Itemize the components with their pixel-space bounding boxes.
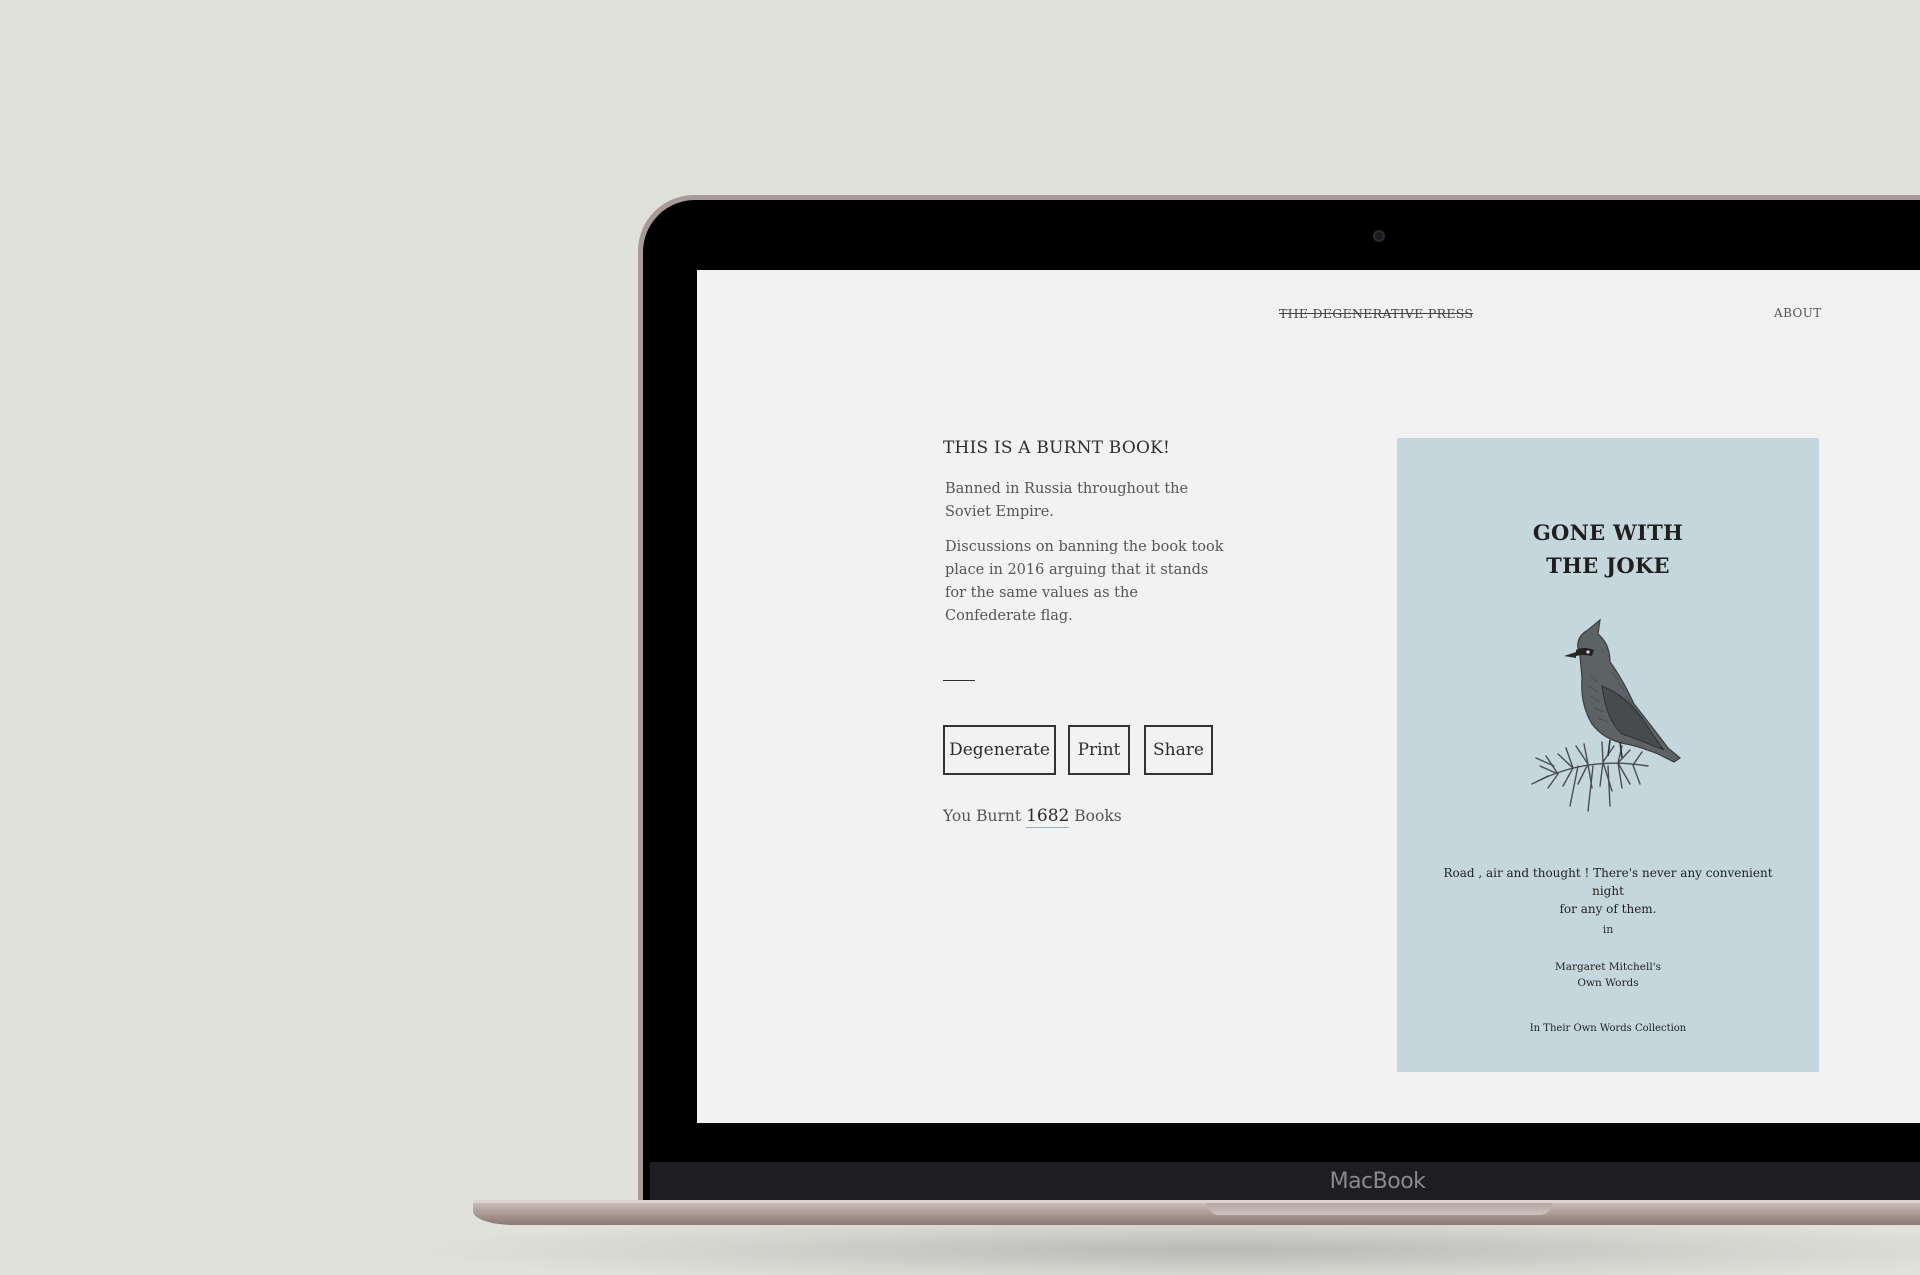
cover-author: Margaret Mitchell's Own Words	[1397, 959, 1819, 991]
print-button[interactable]: Print	[1068, 725, 1130, 775]
nav-about-link[interactable]: ABOUT	[1774, 306, 1822, 320]
burnt-counter-suffix: Books	[1074, 807, 1122, 825]
discussion-description: Discussions on banning the book took pla…	[945, 539, 1224, 624]
laptop-notch	[1207, 1203, 1552, 1215]
burnt-count: 1682	[1026, 806, 1070, 828]
cover-in-word: in	[1602, 923, 1614, 936]
device-brand: MacBook	[1329, 1169, 1426, 1194]
cover-title: GONE WITH THE JOKE	[1397, 516, 1819, 582]
laptop-chin	[650, 1162, 1920, 1200]
cover-quote-line-1: Road , air and thought ! There's never a…	[1443, 866, 1773, 898]
cover-title-line-1: GONE WITH	[1532, 520, 1684, 545]
book-cover: GONE WITH THE JOKE Road , air and though…	[1397, 438, 1819, 1072]
page-heading: THIS IS A BURNT BOOK!	[943, 438, 1171, 458]
scene: MacBook THE DEGENERATIVE PRESS ABOUT THI…	[0, 0, 1920, 1275]
cover-title-line-2: THE JOKE	[1546, 553, 1670, 578]
camera-icon	[1373, 230, 1385, 242]
cover-collection: In Their Own Words Collection	[1529, 1023, 1687, 1034]
degenerate-button[interactable]: Degenerate	[943, 725, 1056, 775]
burnt-counter: You Burnt 1682 Books	[943, 806, 1122, 828]
ban-description: Banned in Russia throughout the Soviet E…	[945, 481, 1189, 520]
burnt-counter-prefix: You Burnt	[943, 807, 1022, 825]
laptop-base	[473, 1203, 1920, 1225]
laptop-screen: THE DEGENERATIVE PRESS ABOUT THIS IS A B…	[697, 270, 1920, 1123]
share-button[interactable]: Share	[1144, 725, 1213, 775]
bird-illustration-icon	[1531, 618, 1682, 812]
cover-author-line-2: Own Words	[1577, 977, 1639, 989]
cover-author-line-1: Margaret Mitchell's	[1555, 961, 1661, 973]
cover-quote-line-2: for any of them.	[1559, 902, 1657, 916]
divider	[943, 680, 975, 681]
site-logo[interactable]: THE DEGENERATIVE PRESS	[1279, 306, 1473, 321]
cover-quote: Road , air and thought ! There's never a…	[1437, 864, 1779, 918]
